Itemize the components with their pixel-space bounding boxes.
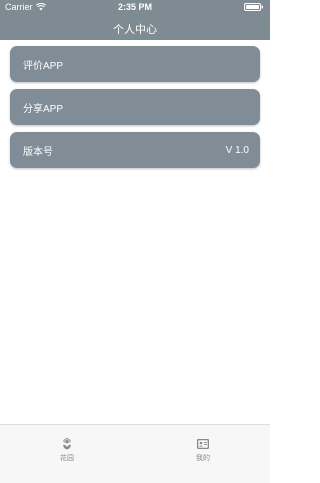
flower-icon: [63, 437, 71, 450]
rate-app-label: 评价APP: [23, 60, 64, 72]
version-label: 版本号: [23, 146, 53, 158]
share-app-item[interactable]: 分享APP: [10, 89, 260, 125]
share-app-label: 分享APP: [23, 103, 64, 115]
status-time: 2:35 PM: [117, 2, 152, 12]
version-item[interactable]: 版本号 V 1.0: [10, 132, 260, 168]
top-bar: Carrier 2:35 PM 个人中心: [0, 0, 270, 40]
screen: Carrier 2:35 PM 个人中心 评价APP 分享APP 版本号 V 1…: [0, 0, 270, 483]
version-value: V 1.0: [225, 144, 249, 156]
settings-menu: 评价APP 分享APP 版本号 V 1.0: [10, 46, 260, 175]
page-title: 个人中心: [113, 24, 157, 36]
tab-bar: 花园 我的: [0, 424, 270, 483]
status-bar: Carrier 2:35 PM: [0, 0, 270, 14]
tab-mine-label: 我的: [196, 455, 210, 462]
rate-app-item[interactable]: 评价APP: [10, 46, 260, 82]
profile-card-icon: [197, 439, 209, 449]
tab-garden-label: 花园: [60, 455, 74, 462]
battery-icon: [244, 3, 263, 11]
tab-mine[interactable]: 我的: [183, 437, 223, 463]
tab-garden[interactable]: 花园: [47, 437, 87, 463]
